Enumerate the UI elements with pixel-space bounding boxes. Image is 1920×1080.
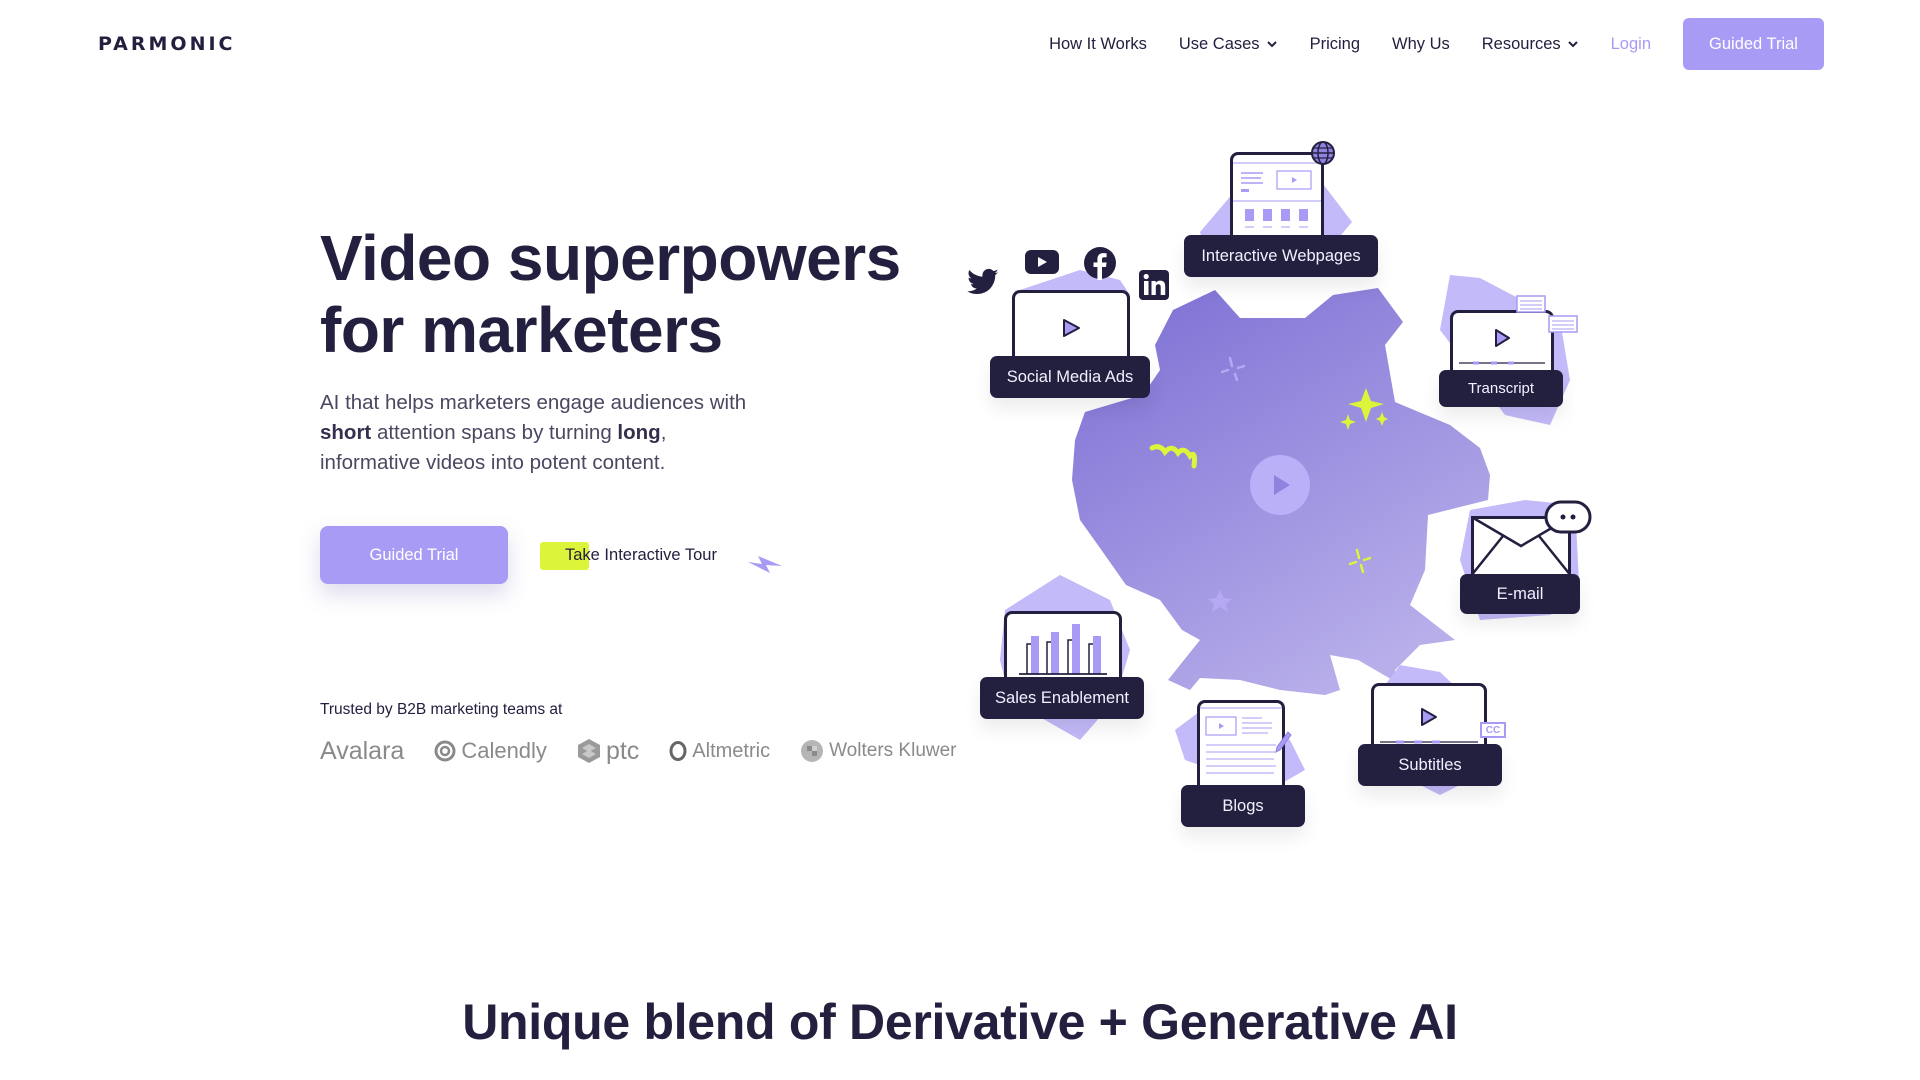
hero-subtitle: AI that helps marketers engage audiences… [320, 388, 750, 478]
cc-badge: CC [1480, 722, 1506, 738]
subtitle-text: attention spans by turning [371, 421, 618, 444]
hero-title: Video superpowers for marketers [320, 222, 901, 366]
card-transcript[interactable]: Transcript [1438, 290, 1608, 410]
sparkle-icon [1348, 388, 1384, 422]
logo-text: Altmetric [692, 739, 771, 762]
logo-calendly: Calendly [434, 738, 547, 764]
nav-pricing[interactable]: Pricing [1310, 35, 1360, 54]
sparkle-icon [1376, 412, 1388, 426]
logo-altmetric: Altmetric [669, 740, 770, 763]
wolters-kluwer-icon [801, 740, 824, 762]
use-cases-illustration: Interactive Webpages Social Media Ads Tr… [0, 0, 1920, 1080]
squiggle-icon [1149, 444, 1197, 469]
nav-label: Why Us [1392, 34, 1450, 53]
card-label: Transcript [1439, 370, 1563, 407]
subtitle-emphasis: short [320, 421, 372, 444]
section-title: Unique blend of Derivative + Generative … [462, 994, 1458, 1050]
hero-title-line2: for marketers [320, 294, 723, 366]
card-sales-enablement[interactable]: Sales Enablement [978, 608, 1148, 723]
calendly-icon [434, 740, 456, 762]
globe-icon [1311, 141, 1335, 165]
hero-title-line1: Video superpowers [320, 222, 901, 294]
subtitles-icon [1371, 683, 1487, 747]
logo-text: Wolters Kluwer [829, 740, 957, 761]
transcript-icon [1450, 310, 1554, 372]
card-label: Interactive Webpages [1184, 235, 1378, 277]
nav-use-cases[interactable]: Use Cases [1179, 35, 1278, 54]
play-icon [1274, 475, 1290, 495]
subtitle-text: AI that helps marketers engage audiences… [320, 391, 747, 414]
main-nav: How It Works Use Cases Pricing Why Us Re… [1017, 18, 1824, 70]
nav-guided-trial-button[interactable]: Guided Trial [1683, 18, 1824, 70]
nav-label: Resources [1481, 34, 1561, 53]
center-play-button[interactable] [1250, 455, 1310, 515]
card-label: Subtitles [1358, 744, 1502, 786]
hero-guided-trial-button[interactable]: Guided Trial [320, 526, 508, 584]
nav-how-it-works[interactable]: How It Works [1049, 35, 1147, 54]
logo-text: Avalara [320, 736, 405, 765]
card-label: Social Media Ads [990, 356, 1150, 398]
facebook-icon[interactable] [1083, 246, 1117, 280]
tour-label: Take Interactive Tour [565, 545, 717, 564]
card-subtitles[interactable]: CC Subtitles [1356, 680, 1526, 790]
nav-label: How It Works [1049, 34, 1147, 53]
login-link[interactable]: Login [1611, 35, 1651, 54]
nav-label: Pricing [1309, 34, 1360, 53]
nav-label: Use Cases [1178, 34, 1260, 53]
subtitle-emphasis: long [617, 421, 661, 444]
caption-doc-icon [1548, 315, 1578, 333]
interactive-tour-link[interactable]: Take Interactive Tour [540, 540, 717, 570]
card-interactive-webpages[interactable]: Interactive Webpages [1182, 141, 1382, 280]
illustration-background [1000, 180, 1580, 795]
logo-text: ptc [605, 736, 640, 765]
youtube-icon[interactable] [1025, 250, 1059, 274]
lightning-icon [748, 556, 782, 573]
twinkle-icon [1348, 548, 1372, 574]
card-blogs[interactable]: Blogs [1178, 698, 1318, 828]
twinkle-icon [1220, 356, 1246, 382]
card-social-media-ads[interactable]: Social Media Ads [988, 288, 1188, 400]
card-label: E-mail [1460, 574, 1580, 614]
ptc-icon [577, 739, 600, 763]
nav-resources[interactable]: Resources [1482, 35, 1579, 54]
sparkle-icon [1340, 414, 1356, 430]
card-label: Sales Enablement [980, 677, 1144, 719]
altmetric-icon [669, 741, 687, 761]
logo-avalara: Avalara [320, 737, 404, 766]
pencil-icon [1275, 731, 1292, 753]
blog-icon [1197, 700, 1285, 786]
video-icon [1012, 290, 1130, 358]
card-email[interactable]: E-mail [1458, 500, 1598, 620]
brand-logo[interactable]: PARMONIC [98, 33, 236, 55]
chevron-down-icon [1266, 41, 1277, 48]
chevron-down-icon [1567, 41, 1578, 48]
card-label: Blogs [1181, 785, 1305, 827]
bar-chart-icon [1004, 611, 1122, 679]
customer-logos: Avalara Calendly ptc Altmetric Wolters K… [320, 733, 987, 769]
chat-bubble-icon [1544, 500, 1592, 534]
logo-text: Calendly [461, 738, 547, 763]
nav-why-us[interactable]: Why Us [1392, 35, 1450, 54]
trusted-by-label: Trusted by B2B marketing teams at [320, 701, 563, 718]
caption-doc-icon [1516, 295, 1546, 313]
star-icon [1208, 590, 1232, 612]
logo-wolters-kluwer: Wolters Kluwer [800, 739, 957, 763]
logo-ptc: ptc [577, 737, 639, 766]
